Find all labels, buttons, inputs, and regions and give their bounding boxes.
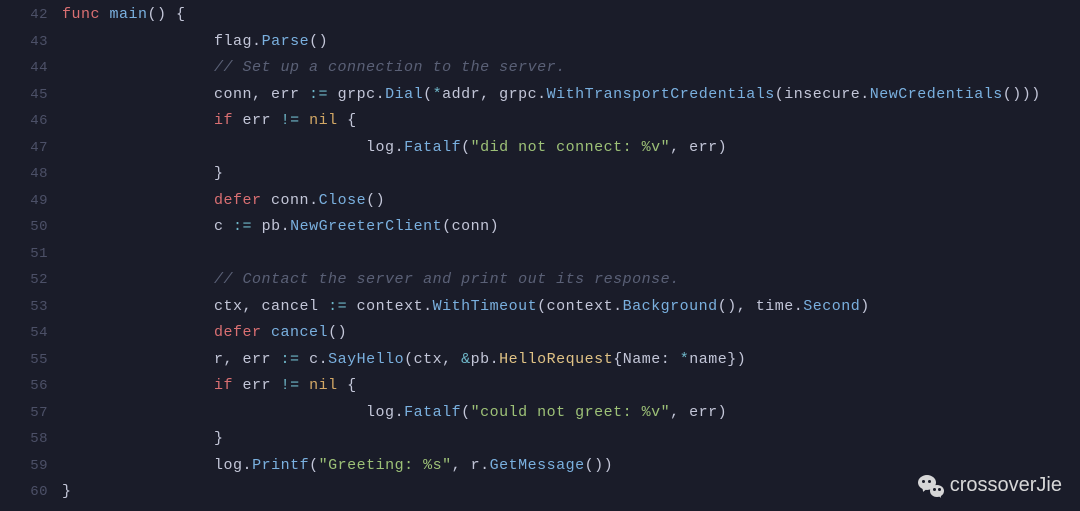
- code-line[interactable]: 44 // Set up a connection to the server.: [0, 55, 1080, 82]
- code-line[interactable]: 52 // Contact the server and print out i…: [0, 267, 1080, 294]
- line-number: 56: [0, 373, 62, 400]
- line-number: 60: [0, 479, 62, 506]
- code-content: func main() {: [62, 2, 1080, 29]
- code-content: log.Fatalf("could not greet: %v", err): [62, 400, 1080, 427]
- code-content: // Set up a connection to the server.: [62, 55, 1080, 82]
- code-line[interactable]: 49 defer conn.Close(): [0, 188, 1080, 215]
- line-number: 50: [0, 214, 62, 241]
- line-number: 45: [0, 82, 62, 109]
- watermark: crossoverJie: [918, 474, 1062, 497]
- code-content: if err != nil {: [62, 373, 1080, 400]
- code-line[interactable]: 45 conn, err := grpc.Dial(*addr, grpc.Wi…: [0, 82, 1080, 109]
- line-number: 51: [0, 241, 62, 268]
- code-content: flag.Parse(): [62, 29, 1080, 56]
- line-number: 59: [0, 453, 62, 480]
- watermark-text: crossoverJie: [950, 474, 1062, 497]
- code-line[interactable]: 57 log.Fatalf("could not greet: %v", err…: [0, 400, 1080, 427]
- code-content: defer conn.Close(): [62, 188, 1080, 215]
- line-number: 46: [0, 108, 62, 135]
- code-line[interactable]: 47 log.Fatalf("did not connect: %v", err…: [0, 135, 1080, 162]
- code-line[interactable]: 50 c := pb.NewGreeterClient(conn): [0, 214, 1080, 241]
- code-content: }: [62, 426, 1080, 453]
- code-content: ctx, cancel := context.WithTimeout(conte…: [62, 294, 1080, 321]
- line-number: 43: [0, 29, 62, 56]
- line-number: 42: [0, 2, 62, 29]
- code-line[interactable]: 58 }: [0, 426, 1080, 453]
- code-content: }: [62, 161, 1080, 188]
- code-content: defer cancel(): [62, 320, 1080, 347]
- code-line[interactable]: 43 flag.Parse(): [0, 29, 1080, 56]
- line-number: 44: [0, 55, 62, 82]
- code-line[interactable]: 48 }: [0, 161, 1080, 188]
- code-content: if err != nil {: [62, 108, 1080, 135]
- line-number: 55: [0, 347, 62, 374]
- code-content: conn, err := grpc.Dial(*addr, grpc.WithT…: [62, 82, 1080, 109]
- code-line[interactable]: 46 if err != nil {: [0, 108, 1080, 135]
- code-content: // Contact the server and print out its …: [62, 267, 1080, 294]
- line-number: 54: [0, 320, 62, 347]
- line-number: 49: [0, 188, 62, 215]
- line-number: 57: [0, 400, 62, 427]
- line-number: 48: [0, 161, 62, 188]
- code-editor[interactable]: 42func main() {43 flag.Parse()44 // Set …: [0, 0, 1080, 506]
- code-line[interactable]: 55 r, err := c.SayHello(ctx, &pb.HelloRe…: [0, 347, 1080, 374]
- code-line[interactable]: 51: [0, 241, 1080, 268]
- code-content: c := pb.NewGreeterClient(conn): [62, 214, 1080, 241]
- line-number: 47: [0, 135, 62, 162]
- code-line[interactable]: 56 if err != nil {: [0, 373, 1080, 400]
- code-content: r, err := c.SayHello(ctx, &pb.HelloReque…: [62, 347, 1080, 374]
- code-line[interactable]: 53 ctx, cancel := context.WithTimeout(co…: [0, 294, 1080, 321]
- line-number: 52: [0, 267, 62, 294]
- line-number: 53: [0, 294, 62, 321]
- code-line[interactable]: 54 defer cancel(): [0, 320, 1080, 347]
- wechat-icon: [918, 475, 944, 497]
- line-number: 58: [0, 426, 62, 453]
- code-content: log.Fatalf("did not connect: %v", err): [62, 135, 1080, 162]
- code-line[interactable]: 42func main() {: [0, 2, 1080, 29]
